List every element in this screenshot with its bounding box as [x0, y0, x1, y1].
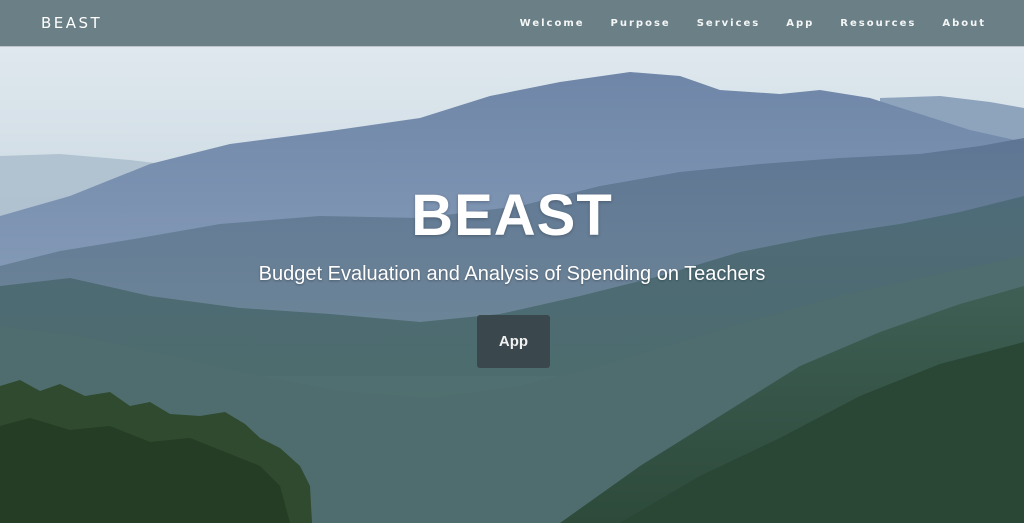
- nav-links: Welcome Purpose Services App Resources A…: [494, 18, 986, 29]
- nav-link-about[interactable]: About: [942, 18, 986, 29]
- nav-link-services[interactable]: Services: [697, 18, 761, 29]
- hero-title: BEAST: [411, 183, 613, 248]
- top-navbar: BEAST Welcome Purpose Services App Resou…: [0, 0, 1024, 46]
- brand-logo-link[interactable]: BEAST: [41, 14, 102, 32]
- nav-link-resources[interactable]: Resources: [840, 18, 916, 29]
- nav-link-purpose[interactable]: Purpose: [611, 18, 671, 29]
- app-button[interactable]: App: [477, 315, 550, 368]
- page: BEAST Welcome Purpose Services App Resou…: [0, 0, 1024, 523]
- hero-subtitle: Budget Evaluation and Analysis of Spendi…: [258, 263, 766, 285]
- nav-link-app[interactable]: App: [786, 18, 814, 29]
- nav-link-welcome[interactable]: Welcome: [520, 18, 585, 29]
- hero-section: BEAST Budget Evaluation and Analysis of …: [0, 46, 1024, 523]
